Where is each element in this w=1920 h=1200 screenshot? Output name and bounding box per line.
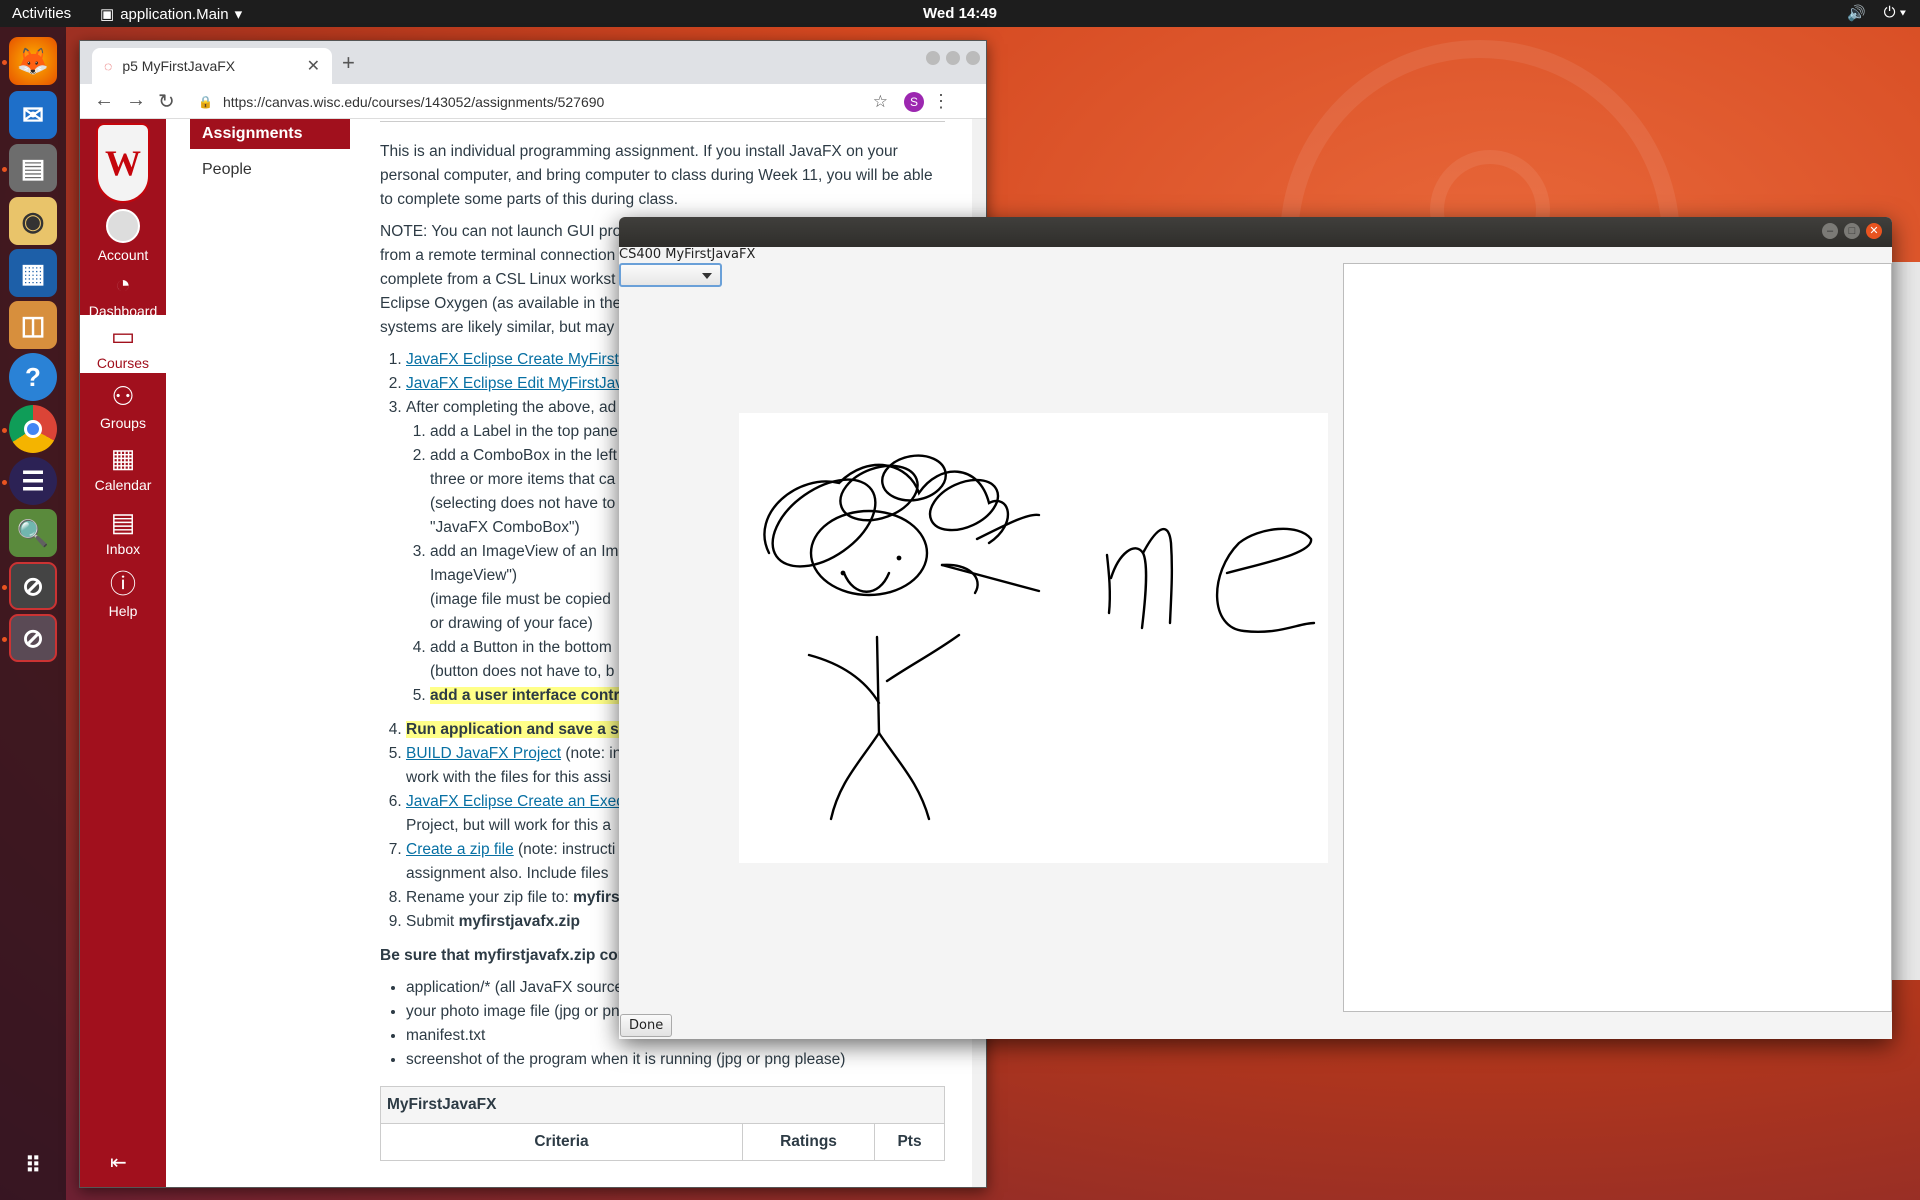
nav-dashboard[interactable]: ◔ Dashboard (80, 269, 166, 319)
top-panel: Activities ▣ application.Main ▾ Wed 14:4… (0, 0, 1920, 27)
combo-box[interactable] (619, 263, 722, 287)
rubric-table: MyFirstJavaFX Criteria Ratings Pts (380, 1086, 945, 1161)
chrome-icon[interactable] (9, 405, 57, 453)
collapse-nav-icon[interactable]: ⇤ (110, 1150, 127, 1175)
nav-label: Account (97, 247, 149, 263)
groups-icon: ⚇ (111, 381, 135, 411)
tab-bar: ◌ p5 MyFirstJavaFX ✕ + (80, 41, 986, 84)
browser-tab[interactable]: ◌ p5 MyFirstJavaFX ✕ (92, 48, 332, 84)
dashboard-icon: ◔ (115, 269, 131, 299)
close-tab-icon[interactable]: ✕ (307, 56, 320, 76)
rubric-title: MyFirstJavaFX (381, 1087, 944, 1124)
forward-icon[interactable]: → (126, 89, 146, 112)
nav-label: Calendar (94, 477, 152, 493)
account-icon (106, 209, 140, 243)
tab-title: p5 MyFirstJavaFX (122, 58, 236, 74)
face-drawing-imageview (739, 413, 1328, 863)
inbox-icon: ▤ (110, 507, 136, 537)
course-nav-people[interactable]: People (190, 155, 350, 185)
image-viewer-icon[interactable]: 🔍 (9, 509, 57, 557)
nav-groups[interactable]: ⚇ Groups (80, 381, 166, 431)
nav-account[interactable]: Account (80, 209, 166, 263)
close-window-button[interactable]: ✕ (1866, 223, 1882, 239)
nav-courses[interactable]: ▭ Courses (80, 315, 166, 373)
nav-calendar[interactable]: ▦ Calendar (80, 443, 166, 493)
rhythmbox-icon[interactable]: ◉ (9, 197, 57, 245)
rubric-header: Criteria Ratings Pts (381, 1124, 944, 1160)
profile-avatar[interactable]: S (904, 91, 924, 112)
javafx-window: – □ ✕ CS400 MyFirstJavaFX Done (619, 217, 1892, 1039)
step-link[interactable]: JavaFX Eclipse Create an Exec (406, 793, 624, 810)
software-center-icon[interactable]: ◫ (9, 301, 57, 349)
new-tab-button[interactable]: + (342, 50, 355, 76)
course-nav: Assignments People (190, 119, 350, 185)
address-bar[interactable]: 🔒 https://canvas.wisc.edu/courses/143052… (198, 90, 958, 113)
minimize-button[interactable] (926, 51, 940, 65)
chevron-down-icon (702, 273, 712, 279)
files-icon[interactable]: ▤ (9, 144, 57, 192)
app-window-icon[interactable]: ⊘ (9, 614, 57, 662)
libreoffice-writer-icon[interactable]: ▦ (9, 249, 57, 297)
app-window-icon[interactable]: ⊘ (9, 562, 57, 610)
background-window (1890, 262, 1920, 980)
courses-icon: ▭ (110, 321, 136, 351)
nav-help[interactable]: ⓘ Help (80, 569, 166, 619)
eclipse-icon[interactable]: ☰ (9, 457, 57, 505)
javafx-titlebar[interactable]: – □ ✕ (619, 217, 1892, 247)
app-menu[interactable]: ▣ application.Main ▾ (100, 5, 243, 24)
nav-label: Groups (100, 415, 146, 431)
right-pane (1343, 263, 1892, 1012)
lock-icon: 🔒 (198, 94, 213, 109)
nav-label: Help (108, 603, 138, 619)
reload-icon[interactable]: ↻ (158, 89, 175, 114)
step-link[interactable]: Create a zip file (406, 841, 514, 858)
course-nav-assignments[interactable]: Assignments (190, 119, 350, 149)
step-link[interactable]: JavaFX Eclipse Create MyFirst (406, 351, 619, 368)
canvas-global-nav: W Account ◔ Dashboard ▭ Courses ⚇ Groups… (80, 119, 166, 1187)
activities-button[interactable]: Activities (12, 5, 71, 22)
dock: 🦊 ✉ ▤ ◉ ▦ ◫ ? ☰ 🔍 ⊘ ⊘ ⠿ (0, 27, 66, 1200)
canvas-favicon-icon: ◌ (104, 58, 113, 74)
url-text: https://canvas.wisc.edu/courses/143052/a… (222, 93, 605, 110)
window-icon: ▣ (100, 6, 115, 23)
menu-icon[interactable]: ⋮ (932, 91, 950, 112)
calendar-icon: ▦ (110, 443, 136, 473)
volume-icon[interactable]: 🔊 (1847, 4, 1866, 22)
maximize-button[interactable] (946, 51, 960, 65)
nav-label: Courses (96, 355, 150, 371)
chevron-down-icon: ▾ (234, 6, 243, 23)
done-button[interactable]: Done (620, 1014, 673, 1037)
list-item: screenshot of the program when it is run… (406, 1048, 948, 1072)
help-icon[interactable]: ? (9, 353, 57, 401)
be-sure-heading: Be sure that myfirstjavafx.zip con (380, 947, 628, 964)
step-link[interactable]: JavaFX Eclipse Edit MyFirstJav (406, 375, 623, 392)
power-icon[interactable]: ⏻ ▾ (1884, 4, 1906, 22)
intro-paragraph: This is an individual programming assign… (380, 143, 933, 208)
app-menu-label: application.Main (120, 5, 229, 23)
nav-label: Inbox (105, 541, 141, 557)
thunderbird-icon[interactable]: ✉ (9, 91, 57, 139)
step-link[interactable]: BUILD JavaFX Project (406, 745, 561, 762)
browser-toolbar: ← → ↻ 🔒 https://canvas.wisc.edu/courses/… (80, 84, 986, 119)
close-window-button[interactable] (966, 51, 980, 65)
stick-figure-drawing (763, 454, 1316, 821)
show-applications-icon[interactable]: ⠿ (9, 1142, 57, 1190)
back-icon[interactable]: ← (94, 89, 114, 112)
top-label: CS400 MyFirstJavaFX (619, 247, 756, 262)
uw-crest-logo[interactable]: W (96, 123, 150, 203)
firefox-icon[interactable]: 🦊 (9, 37, 57, 85)
clock[interactable]: Wed 14:49 (923, 5, 997, 22)
minimize-button[interactable]: – (1822, 223, 1838, 239)
maximize-button[interactable]: □ (1844, 223, 1860, 239)
help-circle-icon: ⓘ (109, 569, 136, 599)
nav-inbox[interactable]: ▤ Inbox (80, 507, 166, 557)
bookmark-star-icon[interactable]: ☆ (873, 92, 888, 112)
